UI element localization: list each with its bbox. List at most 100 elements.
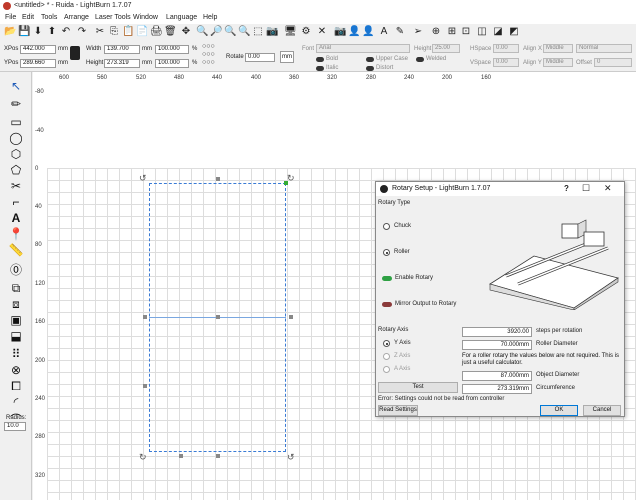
grid-array-icon[interactable]: ⠿ bbox=[8, 346, 24, 362]
menu-help[interactable]: Help bbox=[203, 14, 217, 21]
measure-icon[interactable]: 📏 bbox=[8, 242, 24, 258]
node-c-icon[interactable]: ◫ bbox=[476, 26, 488, 38]
radius-input[interactable]: 10.0 bbox=[4, 422, 26, 431]
bold-toggle[interactable] bbox=[316, 57, 324, 62]
node-b-icon[interactable]: ⊡ bbox=[460, 26, 472, 38]
cancel-button[interactable]: Cancel bbox=[583, 405, 621, 416]
position-laser-icon[interactable]: 📍 bbox=[8, 226, 24, 242]
align-icon[interactable]: ⧠ bbox=[8, 378, 24, 394]
paste-in-place-icon[interactable]: 📄 bbox=[136, 26, 148, 38]
text-a-icon[interactable]: A bbox=[378, 26, 390, 38]
ypos-input[interactable]: 289.660 bbox=[20, 59, 56, 68]
font-select[interactable]: Arial bbox=[316, 44, 410, 53]
machine-settings-icon[interactable]: ✕ bbox=[316, 26, 328, 38]
menu-tools[interactable]: Tools bbox=[41, 14, 57, 21]
text-tool-icon[interactable]: A bbox=[8, 210, 24, 226]
settings-icon[interactable]: ⚙ bbox=[300, 26, 312, 38]
resize-handle[interactable] bbox=[216, 177, 220, 181]
rotate-handle-icon[interactable]: ↻ bbox=[139, 452, 147, 463]
enable-rotary-toggle[interactable] bbox=[382, 276, 392, 281]
scale-height-input[interactable]: 100.000 bbox=[155, 59, 189, 68]
select-tool-icon[interactable]: ↖ bbox=[8, 78, 24, 94]
camera-control-icon[interactable]: 📷 bbox=[334, 26, 346, 38]
zoom-out-icon[interactable]: 🔎 bbox=[210, 26, 222, 38]
user-icon[interactable]: 👤 bbox=[348, 26, 360, 38]
resize-handle[interactable] bbox=[143, 315, 147, 319]
corner-icon[interactable]: ◜ bbox=[8, 394, 24, 410]
boolean-icon[interactable]: ⬓ bbox=[8, 328, 24, 344]
paste-icon[interactable]: 📋 bbox=[122, 26, 134, 38]
object-diameter-input[interactable]: 87.000mm bbox=[462, 371, 532, 381]
export-icon[interactable]: ⬆ bbox=[46, 26, 58, 38]
rotate-handle-icon[interactable]: ↺ bbox=[287, 452, 295, 463]
y-axis-radio[interactable] bbox=[383, 340, 390, 347]
read-settings-button[interactable]: Read Settings bbox=[378, 405, 418, 416]
distort-toggle[interactable] bbox=[366, 66, 374, 71]
redo-icon[interactable]: ↷ bbox=[76, 26, 88, 38]
pen-icon[interactable]: ✎ bbox=[394, 26, 406, 38]
node-d-icon[interactable]: ◪ bbox=[492, 26, 504, 38]
text-mode-select[interactable]: Normal bbox=[576, 44, 632, 53]
save-icon[interactable]: 💾 bbox=[18, 26, 30, 38]
rectangle-icon[interactable]: ▭ bbox=[8, 114, 24, 130]
scissors-icon[interactable]: ✂ bbox=[8, 178, 24, 194]
rotate-input[interactable]: 0.00 bbox=[245, 53, 275, 62]
circumference-input[interactable]: 273.319mm bbox=[462, 384, 532, 394]
menu-laser-tools[interactable]: Laser Tools bbox=[95, 14, 131, 21]
upper-case-toggle[interactable] bbox=[366, 57, 374, 62]
width-input[interactable]: 139.700 bbox=[104, 45, 140, 54]
resize-handle[interactable] bbox=[216, 454, 220, 458]
alignx-select[interactable]: Middle bbox=[543, 44, 573, 53]
font-height-input[interactable]: 25.00 bbox=[432, 44, 460, 53]
italic-toggle[interactable] bbox=[316, 66, 324, 71]
text-shape-icon[interactable]: ⬠ bbox=[8, 162, 24, 178]
target-icon[interactable]: ⊕ bbox=[430, 26, 442, 38]
cut-icon[interactable]: ✂ bbox=[94, 26, 106, 38]
rotate-handle-icon[interactable]: ↺ bbox=[139, 173, 147, 184]
ungroup-icon[interactable]: ⧈ bbox=[8, 296, 24, 312]
send-icon[interactable]: ➢ bbox=[412, 26, 424, 38]
weld-icon[interactable]: ▣ bbox=[8, 312, 24, 328]
welded-toggle[interactable] bbox=[416, 57, 424, 62]
mirror-output-toggle[interactable] bbox=[382, 302, 392, 307]
zoom-selection-icon[interactable]: 🔍 bbox=[238, 26, 250, 38]
circular-array-icon[interactable]: ⊗ bbox=[8, 362, 24, 378]
offset-icon[interactable]: ⓪ bbox=[8, 262, 24, 278]
steps-per-rotation-input[interactable]: 3920.00 bbox=[462, 327, 532, 337]
node-a-icon[interactable]: ⊞ bbox=[446, 26, 458, 38]
vspace-input[interactable]: 0.00 bbox=[493, 58, 519, 67]
edit-nodes-icon[interactable]: ✏ bbox=[8, 96, 24, 112]
resize-handle[interactable] bbox=[216, 315, 220, 319]
delete-icon[interactable]: 🗑 bbox=[164, 26, 177, 38]
frame-icon[interactable]: ⬚ bbox=[252, 26, 264, 38]
roller-radio[interactable] bbox=[383, 249, 390, 256]
resize-handle[interactable] bbox=[179, 454, 183, 458]
roller-diameter-input[interactable]: 70.000mm bbox=[462, 340, 532, 350]
menu-edit[interactable]: Edit bbox=[22, 14, 34, 21]
move-icon[interactable]: ✥ bbox=[180, 26, 192, 38]
scale-width-input[interactable]: 100.000 bbox=[155, 45, 189, 54]
rotate-handle-icon[interactable]: ↻ bbox=[287, 173, 295, 184]
anchor-grid-icon[interactable]: ○○○ ○○○ ○○○ bbox=[202, 43, 224, 69]
dialog-minimize-icon[interactable]: ☐ bbox=[582, 183, 590, 194]
hspace-input[interactable]: 0.00 bbox=[493, 44, 519, 53]
menu-arrange[interactable]: Arrange bbox=[64, 14, 89, 21]
offset-input[interactable]: 0 bbox=[594, 58, 632, 67]
zoom-page-icon[interactable]: 🔍 bbox=[224, 26, 236, 38]
print-icon[interactable]: 🖨 bbox=[150, 26, 163, 38]
a-axis-radio[interactable] bbox=[383, 366, 390, 373]
node-e-icon[interactable]: ◩ bbox=[508, 26, 520, 38]
tabs-icon[interactable]: ⌐ bbox=[8, 194, 24, 210]
height-input[interactable]: 273.319 bbox=[104, 59, 140, 68]
menu-language[interactable]: Language bbox=[166, 14, 197, 21]
menu-file[interactable]: File bbox=[5, 14, 16, 21]
undo-icon[interactable]: ↶ bbox=[60, 26, 72, 38]
unit-toggle-button[interactable]: mm bbox=[280, 51, 294, 63]
z-axis-radio[interactable] bbox=[383, 353, 390, 360]
chuck-radio[interactable] bbox=[383, 223, 390, 230]
polygon-icon[interactable]: ⬡ bbox=[8, 146, 24, 162]
open-icon[interactable]: 📂 bbox=[4, 26, 16, 38]
monitor-icon[interactable]: 🖥 bbox=[284, 26, 297, 38]
import-icon[interactable]: ⬇ bbox=[32, 26, 44, 38]
zoom-in-icon[interactable]: 🔍 bbox=[196, 26, 208, 38]
